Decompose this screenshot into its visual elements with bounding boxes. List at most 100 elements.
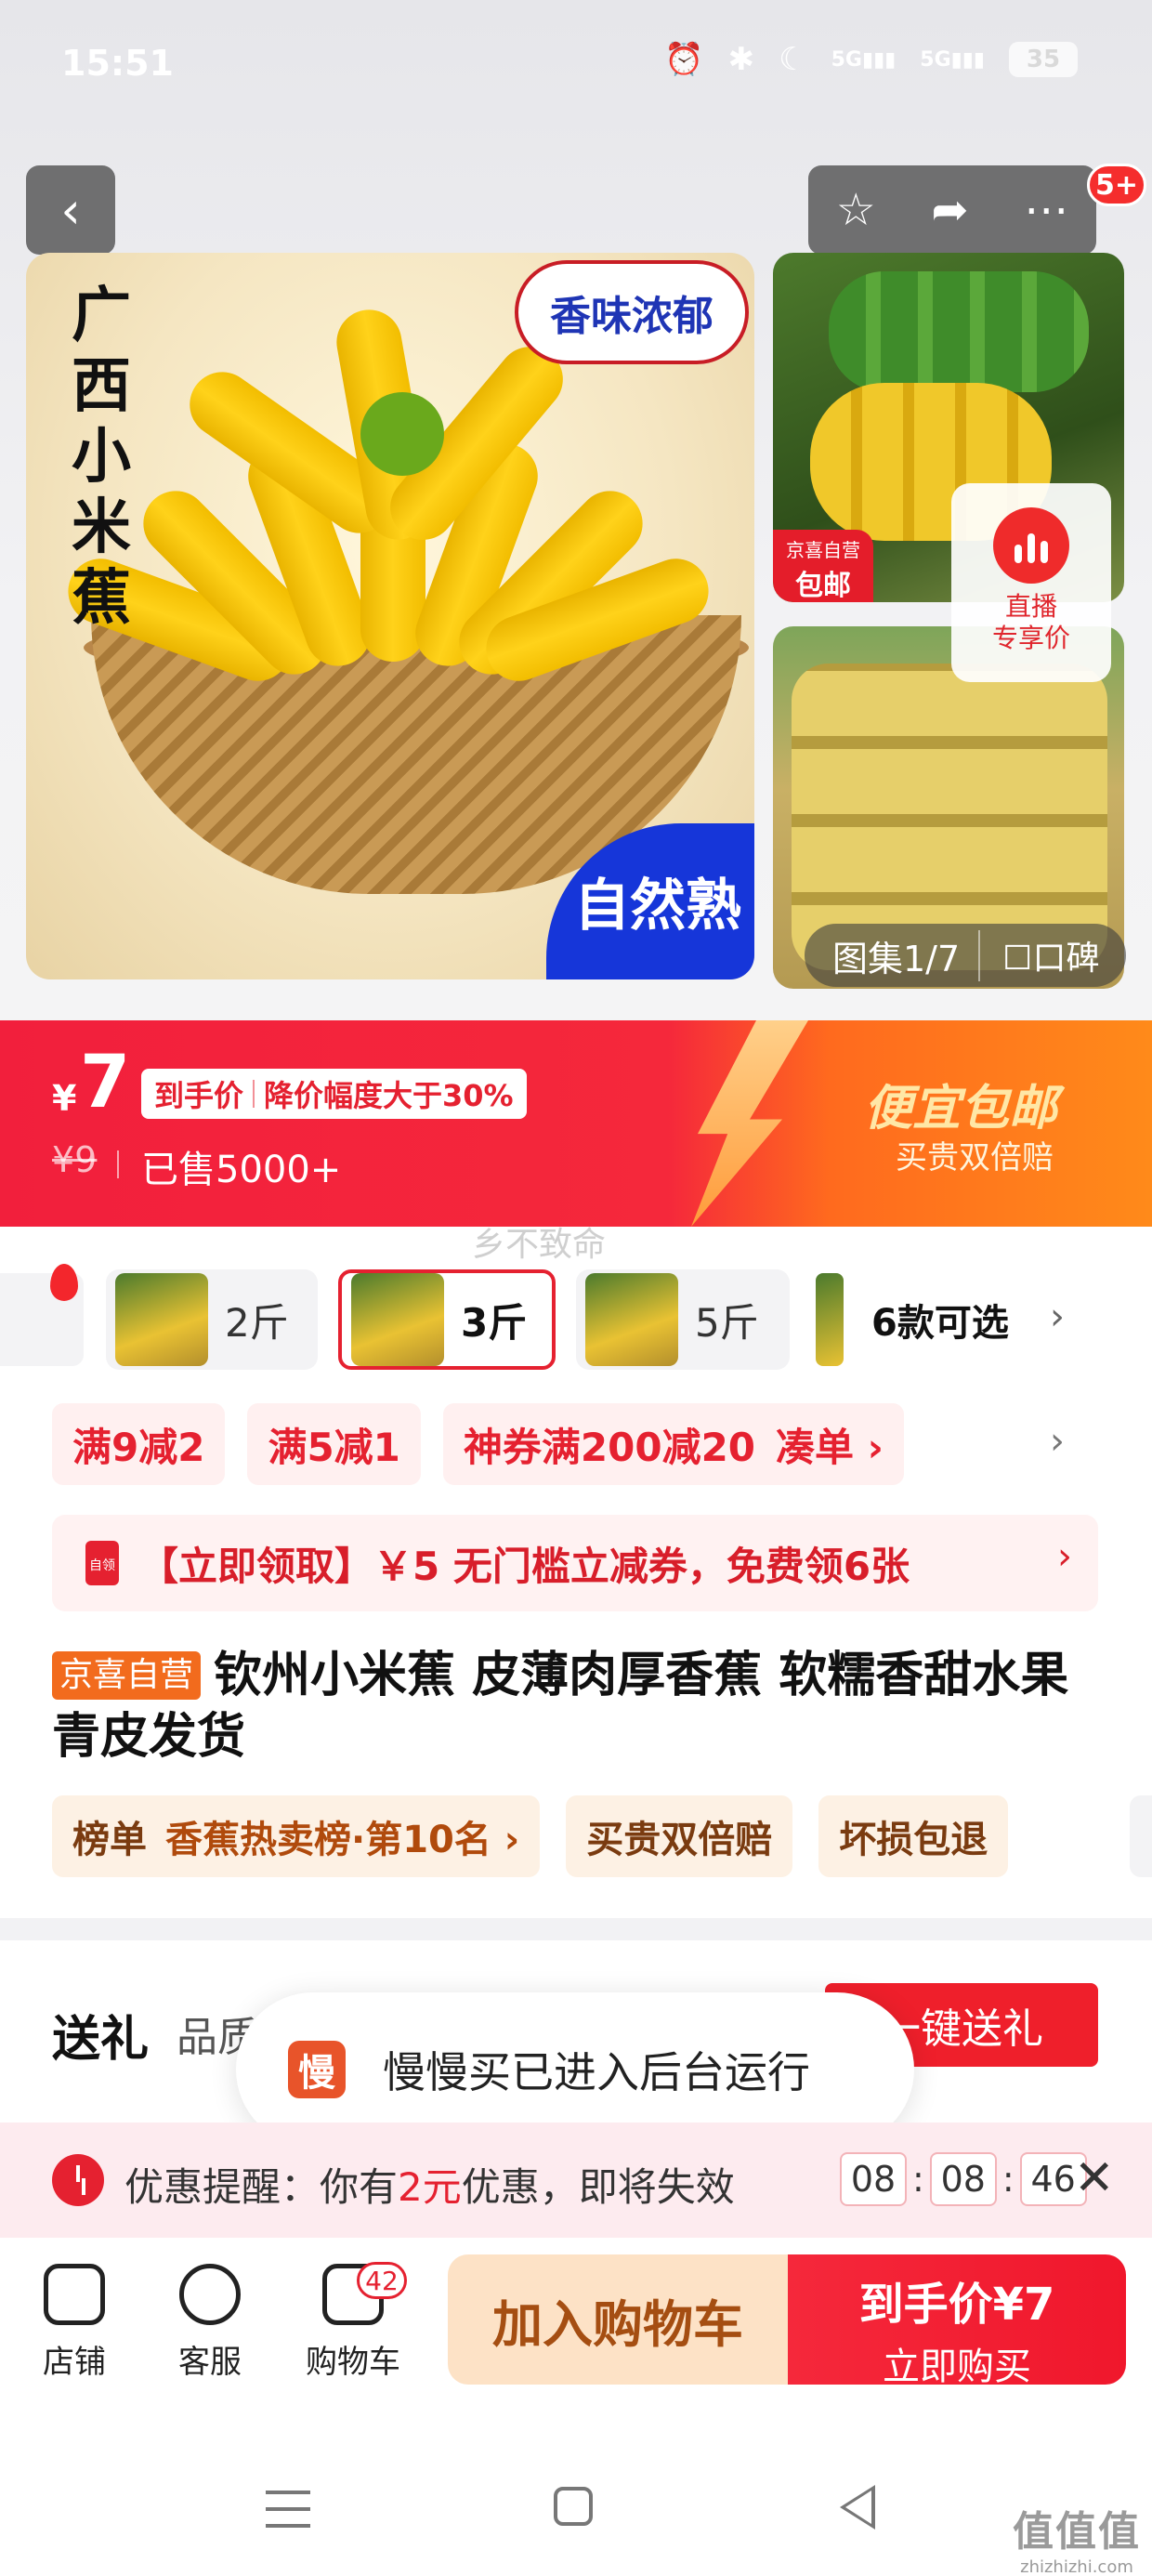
- variant-thumbnail: [351, 1273, 444, 1366]
- coupon-200-minus-20[interactable]: 神券满200减20 凑单 ›: [442, 1403, 904, 1485]
- close-icon[interactable]: ✕: [1074, 2150, 1115, 2206]
- price-value: 7: [80, 1041, 131, 1124]
- shop-button[interactable]: 店铺: [19, 2253, 130, 2382]
- green-banana-image: [829, 271, 1089, 392]
- watermark: 乡不致命: [472, 1226, 607, 1264]
- lightning-icon: [691, 1020, 808, 1227]
- more-variants-label: 6款可选: [871, 1302, 1009, 1345]
- countdown-hours: 08: [840, 2152, 907, 2206]
- clock-icon: [52, 2154, 104, 2206]
- home-icon[interactable]: [554, 2487, 593, 2526]
- variant-selector: 2斤 3斤 5斤 6款可选 ›: [0, 1260, 1152, 1372]
- product-gallery: 15:51 ⏰ ✱ ☾ 5G▮▮▮ 5G▮▮▮ 35 ‹ ☆ ➦ ⋯ 5+ 广西…: [0, 0, 1152, 1020]
- banana-stem: [360, 392, 444, 476]
- coudan-link[interactable]: 凑单 ›: [776, 1416, 884, 1473]
- gallery-counter[interactable]: 图集1/7 ☐口碑: [805, 924, 1126, 987]
- status-icons: ⏰ ✱ ☾ 5G▮▮▮ 5G▮▮▮ 35: [664, 41, 1078, 78]
- star-icon[interactable]: ☆: [836, 184, 876, 236]
- reviews-tab[interactable]: ☐口碑: [980, 931, 1099, 979]
- cart-count-badge: 42: [357, 2262, 407, 2299]
- variant-thumbnail: [585, 1273, 678, 1366]
- divider: [253, 1080, 255, 1108]
- variant-thumbnail: [115, 1273, 208, 1366]
- service-icon: [179, 2264, 241, 2325]
- coupon-5-minus-1[interactable]: 满5减1: [247, 1403, 421, 1485]
- reminder-text: 优惠提醒：你有2元优惠，即将失效: [124, 2164, 735, 2210]
- buy-now-price: 到手价¥7: [858, 2279, 1055, 2331]
- message-badge: 5+: [1087, 164, 1147, 206]
- flavor-badge: 香味浓郁: [515, 260, 749, 364]
- coupon-9-minus-2[interactable]: 满9减2: [52, 1403, 226, 1485]
- damage-refund-tag[interactable]: 坏损包退: [818, 1795, 1009, 1877]
- status-bar: 15:51 ⏰ ✱ ☾ 5G▮▮▮ 5G▮▮▮ 35: [0, 37, 1152, 93]
- signal-icon-2: 5G▮▮▮: [920, 47, 985, 72]
- system-navigation-bar: [0, 2411, 1152, 2576]
- battery-icon: 35: [1009, 42, 1078, 77]
- claim-coupon-bar[interactable]: 自领 【立即领取】￥5 无门槛立减券，免费领6张 ›: [52, 1515, 1098, 1611]
- share-icon[interactable]: ➦: [931, 184, 968, 236]
- back-button[interactable]: ‹: [26, 165, 115, 255]
- main-product-image[interactable]: 广西小米蕉 香味浓郁 自然熟: [26, 253, 754, 979]
- live-icon: [993, 507, 1069, 584]
- chevron-right-icon[interactable]: ›: [1050, 1295, 1065, 1338]
- price-currency: ¥: [52, 1078, 77, 1119]
- fire-icon: [50, 1264, 78, 1301]
- rank-value: 香蕉热卖榜·第10名 ›: [165, 1819, 520, 1861]
- more-icon[interactable]: ⋯: [1024, 184, 1068, 236]
- self-operated-tag: 京喜自营 包邮: [773, 530, 873, 602]
- image-vertical-title: 广西小米蕉: [72, 282, 131, 633]
- site-watermark-domain: zhizhizhi.com: [1020, 2557, 1133, 2576]
- recent-apps-icon[interactable]: [266, 2491, 310, 2528]
- shop-label: 店铺: [43, 2344, 106, 2381]
- live-label: 直播: [1004, 591, 1057, 622]
- top-action-group: ☆ ➦ ⋯: [808, 165, 1096, 255]
- shop-icon: [44, 2264, 105, 2325]
- toast-message: 慢慢买已进入后台运行: [383, 2047, 810, 2097]
- variant-option-3jin[interactable]: 3斤: [338, 1269, 556, 1370]
- discount-reminder: 优惠提醒：你有2元优惠，即将失效 08 : 08 : 46 ✕: [0, 2123, 1152, 2238]
- buy-now-label: 立即购买: [883, 2346, 1031, 2388]
- feature-tag-overflow: [1130, 1795, 1152, 1877]
- ranking-tag[interactable]: 榜单 香蕉热卖榜·第10名 ›: [52, 1795, 541, 1877]
- variant-label: 5斤: [695, 1299, 759, 1346]
- moon-icon: ☾: [779, 41, 807, 78]
- variant-option-2jin[interactable]: 2斤: [106, 1269, 318, 1370]
- countdown-minutes: 08: [929, 2152, 997, 2206]
- app-icon: 慢: [288, 2041, 346, 2098]
- variant-thumbnail: [816, 1273, 844, 1366]
- price-tag-main: 到手价: [154, 1078, 244, 1113]
- bluetooth-icon: ✱: [727, 41, 755, 78]
- live-sublabel: 专享价: [991, 623, 1070, 653]
- claim-coupon-text: 【立即领取】￥5 无门槛立减券，免费领6张: [139, 1543, 910, 1589]
- more-variants-button[interactable]: 6款可选: [816, 1269, 1009, 1370]
- bottom-action-bar: 店铺 客服 购物车 42 加入购物车 到手价¥7 立即购买: [0, 2238, 1152, 2411]
- double-refund-tag[interactable]: 买贵双倍赔: [566, 1795, 793, 1877]
- signal-icon: 5G▮▮▮: [831, 47, 897, 72]
- rank-label: 榜单: [72, 1819, 147, 1861]
- countdown-separator: :: [912, 2159, 924, 2200]
- price-tag-sub: 降价幅度大于30%: [264, 1078, 514, 1113]
- feature-tags: 榜单 香蕉热卖榜·第10名 › 买贵双倍赔 坏损包退: [52, 1795, 1009, 1877]
- price-banner: ¥ 7 到手价 降价幅度大于30% ¥9 已售5000+ 便宜包邮 买贵双倍赔: [0, 1020, 1152, 1227]
- add-to-cart-button[interactable]: 加入购物车: [448, 2254, 788, 2385]
- countdown-separator: :: [1001, 2159, 1015, 2200]
- gallery-index: 图集1/7: [805, 929, 981, 981]
- status-time: 15:51: [61, 43, 174, 84]
- site-watermark: 值值值 zhizhizhi.com: [1013, 2498, 1141, 2576]
- product-title: 钦州小米蕉 皮薄肉厚香蕉 软糯香甜水果 青皮发货: [52, 1648, 1069, 1765]
- variant-option-5jin[interactable]: 5斤: [576, 1269, 790, 1370]
- product-title-block: 京喜自营 钦州小米蕉 皮薄肉厚香蕉 软糯香甜水果 青皮发货: [52, 1645, 1102, 1768]
- back-triangle-icon[interactable]: [840, 2485, 875, 2530]
- buy-now-button[interactable]: 到手价¥7 立即购买: [788, 2254, 1126, 2388]
- variant-label: 2斤: [225, 1299, 289, 1346]
- promo-title: 便宜包邮: [864, 1081, 1058, 1137]
- live-price-button[interactable]: 直播 专享价: [951, 483, 1111, 682]
- customer-service-button[interactable]: 客服: [154, 2253, 266, 2382]
- chevron-right-icon[interactable]: ›: [1050, 1420, 1065, 1463]
- coupon-row: 满9减2 满5减1 神券满200减20 凑单 ›: [52, 1403, 904, 1485]
- gift-label: 送礼: [52, 2012, 150, 2068]
- site-watermark-name: 值值值: [1013, 2508, 1141, 2556]
- back-arrow-icon: ‹: [60, 180, 81, 240]
- chevron-right-icon: ›: [1057, 1535, 1072, 1578]
- promo-subtitle: 买贵双倍赔: [896, 1139, 1054, 1176]
